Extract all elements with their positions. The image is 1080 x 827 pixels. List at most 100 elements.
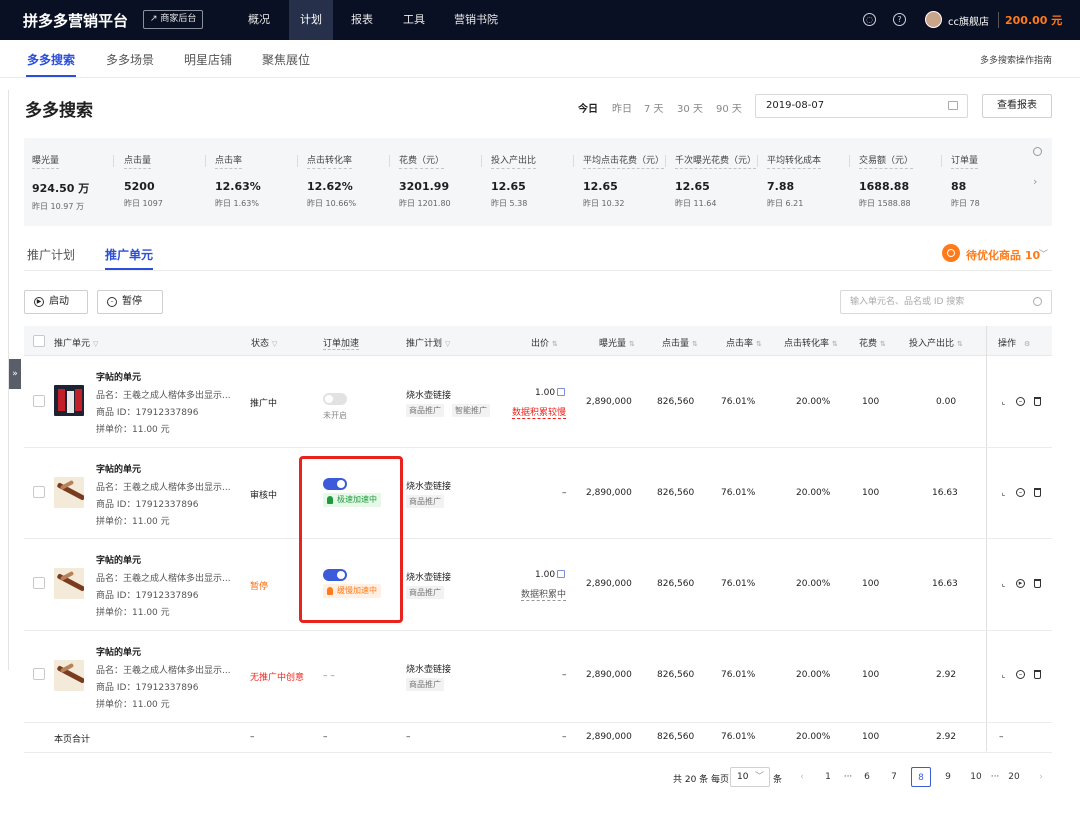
th-cost[interactable]: 花费 ⇅ (859, 336, 886, 349)
tab-unit[interactable]: 推广单元 (105, 246, 153, 263)
bell-icon[interactable]: ◌ (863, 13, 876, 26)
th-impressions[interactable]: 曝光量 ⇅ (599, 336, 635, 349)
subnav-duoduo-search[interactable]: 多多搜索 (27, 51, 75, 68)
optimize-target-icon[interactable] (942, 244, 960, 262)
th-ctr[interactable]: 点击率 ⇅ (726, 336, 762, 349)
tab-campaign[interactable]: 推广计划 (27, 246, 75, 263)
pause-circle-icon[interactable]: – (1016, 397, 1025, 406)
start-button[interactable]: ▶ 启动 (24, 290, 88, 314)
page-20[interactable]: 20 (1004, 767, 1024, 787)
chart-icon[interactable]: ⌞ (999, 488, 1008, 497)
th-roi[interactable]: 投入产出比 ⇅ (909, 336, 963, 349)
play-circle-icon[interactable]: ▸ (1016, 579, 1025, 588)
order-boost-toggle[interactable] (323, 478, 347, 490)
sort-icon[interactable]: ⇅ (692, 340, 698, 348)
range-today[interactable]: 今日 (578, 100, 598, 115)
plan-name[interactable]: 烧水壶链接 (406, 388, 451, 401)
page-7[interactable]: 7 (884, 767, 904, 787)
shop-name[interactable]: cc旗舰店 (948, 13, 989, 28)
help-icon[interactable]: ? (893, 13, 906, 26)
date-picker-input[interactable]: 2019-08-07 (755, 94, 968, 118)
sort-icon[interactable]: ⇅ (629, 340, 635, 348)
filter-icon[interactable]: ▽ (272, 340, 277, 348)
th-status[interactable]: 状态 ▽ (251, 336, 277, 349)
page-10[interactable]: 10 (966, 767, 986, 787)
range-90-days[interactable]: 90 天 (716, 100, 742, 115)
nav-tools[interactable]: 工具 (395, 0, 433, 40)
plan-name[interactable]: 烧水壶链接 (406, 479, 451, 492)
range-7-days[interactable]: 7 天 (644, 100, 664, 115)
pause-circle-icon[interactable]: – (1016, 488, 1025, 497)
search-icon[interactable] (1033, 297, 1042, 306)
avatar[interactable] (925, 11, 942, 28)
unit-title[interactable]: 字帖的单元 (96, 645, 141, 658)
pause-circle-icon[interactable]: – (1016, 670, 1025, 679)
chart-icon[interactable]: ⌞ (999, 670, 1008, 679)
pending-optimize-products[interactable]: 待优化商品 10 (966, 247, 1040, 263)
th-unit[interactable]: 推广单元 ▽ (54, 336, 98, 349)
sort-icon[interactable]: ⇅ (756, 340, 762, 348)
unit-title[interactable]: 字帖的单元 (96, 553, 141, 566)
filter-icon[interactable]: ▽ (93, 340, 98, 348)
sort-icon[interactable]: ⇅ (552, 340, 558, 348)
plan-name[interactable]: 烧水壶链接 (406, 570, 451, 583)
subnav-focus-booth[interactable]: 聚焦展位 (262, 51, 310, 68)
product-thumbnail[interactable] (54, 477, 84, 508)
view-report-button[interactable]: 查看报表 (982, 94, 1052, 118)
th-clicks[interactable]: 点击量 ⇅ (662, 336, 698, 349)
subnav-star-shop[interactable]: 明星店铺 (184, 51, 232, 68)
platform-logo[interactable]: 拼多多营销平台 (23, 10, 128, 31)
pause-button[interactable]: – 暂停 (97, 290, 163, 314)
stats-next-chevron-icon[interactable]: › (1033, 175, 1037, 188)
th-bid[interactable]: 出价 ⇅ (531, 336, 558, 349)
operation-guide-link[interactable]: 多多搜索操作指南 (980, 53, 1052, 66)
nav-plan[interactable]: 计划 (289, 0, 333, 40)
row-checkbox[interactable] (33, 486, 45, 498)
select-all-checkbox[interactable] (33, 335, 45, 347)
sidebar-expand-icon[interactable]: » (9, 359, 21, 389)
page-ellipsis[interactable]: ··· (985, 767, 1005, 787)
sort-icon[interactable]: ⇅ (880, 340, 886, 348)
sort-icon[interactable]: ⇅ (832, 340, 838, 348)
row-checkbox[interactable] (33, 395, 45, 407)
page-size-select[interactable]: 10 ﹀ (730, 767, 770, 787)
page-8[interactable]: 8 (911, 767, 931, 787)
order-boost-toggle[interactable] (323, 393, 347, 405)
range-yesterday[interactable]: 昨日 (612, 100, 632, 115)
stats-settings-gear-icon[interactable] (1033, 147, 1042, 156)
unit-title[interactable]: 字帖的单元 (96, 462, 141, 475)
row-checkbox[interactable] (33, 577, 45, 589)
product-thumbnail[interactable] (54, 568, 84, 599)
trash-icon[interactable] (1034, 670, 1041, 679)
nav-academy[interactable]: 营销书院 (448, 0, 504, 40)
trash-icon[interactable] (1034, 579, 1041, 588)
chevron-down-icon[interactable]: ﹀ (1039, 247, 1048, 260)
page-9[interactable]: 9 (938, 767, 958, 787)
prev-page-icon[interactable]: ‹ (792, 767, 812, 787)
edit-icon[interactable] (557, 570, 565, 578)
subnav-duoduo-scene[interactable]: 多多场景 (106, 51, 154, 68)
order-boost-toggle[interactable] (323, 569, 347, 581)
filter-icon[interactable]: ▽ (445, 340, 450, 348)
product-thumbnail[interactable] (54, 660, 84, 691)
th-cvr[interactable]: 点击转化率 ⇅ (784, 336, 838, 349)
merchant-backend-button[interactable]: ↗ 商家后台 (143, 10, 204, 29)
trash-icon[interactable] (1034, 397, 1041, 406)
row-checkbox[interactable] (33, 668, 45, 680)
page-1[interactable]: 1 (818, 767, 838, 787)
chart-icon[interactable]: ⌞ (999, 579, 1008, 588)
chart-icon[interactable]: ⌞ (999, 397, 1008, 406)
nav-overview[interactable]: 概况 (240, 0, 278, 40)
next-page-icon[interactable]: › (1031, 767, 1051, 787)
page-6[interactable]: 6 (857, 767, 877, 787)
nav-reports[interactable]: 报表 (343, 0, 381, 40)
gear-icon[interactable]: ⚙ (1024, 340, 1030, 348)
product-thumbnail[interactable] (54, 385, 84, 416)
th-plan[interactable]: 推广计划 ▽ (406, 336, 450, 349)
trash-icon[interactable] (1034, 488, 1041, 497)
range-30-days[interactable]: 30 天 (677, 100, 703, 115)
unit-title[interactable]: 字帖的单元 (96, 370, 141, 383)
plan-name[interactable]: 烧水壶链接 (406, 662, 451, 675)
page-ellipsis[interactable]: ··· (838, 767, 858, 787)
search-input[interactable]: 输入单元名、品名或 ID 搜索 (840, 290, 1052, 314)
